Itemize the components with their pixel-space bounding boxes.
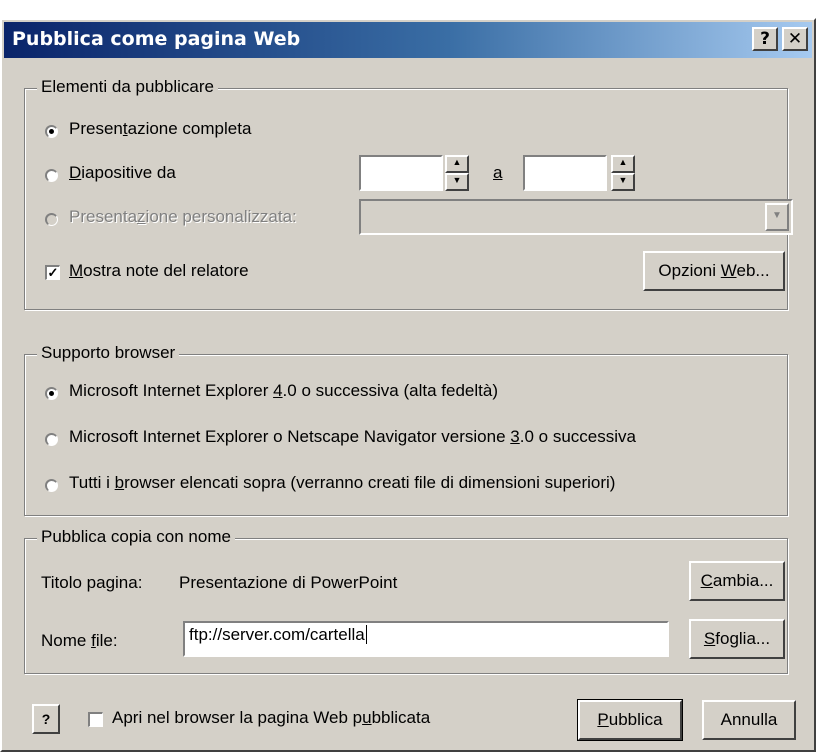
spin-up-icon[interactable]: ▲ bbox=[611, 155, 635, 173]
page-title-label: Titolo pagina: bbox=[41, 573, 143, 592]
slide-to-spinner[interactable]: ▲ ▼ bbox=[611, 155, 635, 191]
radio-ie3-netscape[interactable] bbox=[45, 433, 58, 446]
slide-from-spinner[interactable]: ▲ ▼ bbox=[445, 155, 469, 191]
publish-dialog: Pubblica come pagina Web ? ✕ Elementi da… bbox=[0, 18, 816, 752]
cancel-button[interactable]: Annulla bbox=[702, 700, 796, 740]
ie4-label: Microsoft Internet Explorer 4.0 o succes… bbox=[69, 381, 498, 400]
elements-group: Elementi da pubblicare Presentazione com… bbox=[24, 77, 793, 310]
title-bar[interactable]: Pubblica come pagina Web ? ✕ bbox=[4, 22, 812, 58]
change-button[interactable]: Cambia... bbox=[689, 561, 785, 601]
spin-up-icon[interactable]: ▲ bbox=[445, 155, 469, 173]
help-button[interactable]: ? bbox=[752, 27, 778, 51]
browser-legend: Supporto browser bbox=[37, 343, 180, 363]
office-assistant-help-icon[interactable]: ? bbox=[32, 704, 60, 734]
radio-full-presentation[interactable] bbox=[45, 125, 58, 138]
radio-slides-range[interactable] bbox=[45, 169, 58, 182]
slide-from-input[interactable] bbox=[359, 155, 443, 191]
elements-legend: Elementi da pubblicare bbox=[37, 77, 218, 97]
file-name-label: Nome file: bbox=[41, 631, 118, 650]
page-title-value: Presentazione di PowerPoint bbox=[179, 573, 398, 592]
web-options-button[interactable]: Opzioni Web... bbox=[643, 251, 785, 291]
browse-button[interactable]: Sfoglia... bbox=[689, 619, 785, 659]
slide-to-input[interactable] bbox=[523, 155, 607, 191]
radio-custom-show[interactable] bbox=[45, 213, 58, 226]
window-title: Pubblica come pagina Web bbox=[12, 28, 301, 50]
spin-down-icon[interactable]: ▼ bbox=[445, 173, 469, 191]
slides-range-label: Diapositive da bbox=[69, 163, 176, 182]
all-browsers-label: Tutti i browser elencati sopra (verranno… bbox=[69, 473, 616, 492]
ie3-netscape-label: Microsoft Internet Explorer o Netscape N… bbox=[69, 427, 636, 446]
slides-to-label: a bbox=[493, 163, 503, 182]
publish-button[interactable]: Pubblica bbox=[577, 699, 683, 741]
radio-ie4[interactable] bbox=[45, 387, 58, 400]
radio-all-browsers[interactable] bbox=[45, 479, 58, 492]
spin-down-icon[interactable]: ▼ bbox=[611, 173, 635, 191]
custom-show-label: Presentazione personalizzata: bbox=[69, 207, 297, 226]
open-in-browser-label: Apri nel browser la pagina Web pubblicat… bbox=[112, 708, 431, 727]
full-presentation-label: Presentazione completa bbox=[69, 119, 252, 138]
file-name-input[interactable]: ftp://server.com/cartella bbox=[183, 621, 669, 657]
show-notes-checkbox[interactable]: ✓ bbox=[45, 265, 60, 280]
custom-show-dropdown[interactable]: ▼ bbox=[359, 199, 793, 235]
open-in-browser-checkbox[interactable] bbox=[88, 712, 103, 727]
close-button[interactable]: ✕ bbox=[782, 27, 808, 51]
chevron-down-icon[interactable]: ▼ bbox=[765, 203, 789, 231]
browser-group: Supporto browser Microsoft Internet Expl… bbox=[24, 343, 788, 516]
publish-group: Pubblica copia con nome Titolo pagina: P… bbox=[24, 527, 788, 674]
show-notes-label: Mostra note del relatore bbox=[69, 261, 249, 280]
publish-legend: Pubblica copia con nome bbox=[37, 527, 235, 547]
